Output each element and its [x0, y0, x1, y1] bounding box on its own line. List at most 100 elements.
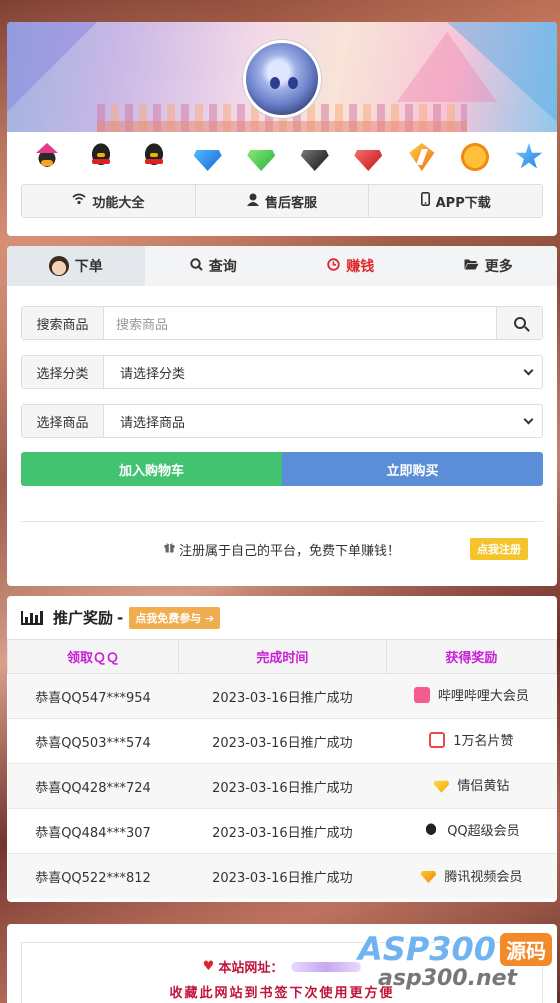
buy-now-button[interactable]: 立即购买 — [282, 452, 543, 486]
tab-order[interactable]: 下单 — [7, 246, 145, 286]
tab-order-label: 下单 — [74, 259, 103, 275]
service-icons-row — [7, 134, 557, 180]
red-diamond-icon[interactable] — [354, 150, 383, 171]
product-select[interactable]: 请选择商品 — [104, 405, 542, 437]
music-icon[interactable] — [461, 143, 490, 171]
header-banner — [7, 22, 557, 132]
bilibili-icon — [413, 686, 430, 703]
cell-qq: 恭喜QQ522***812 — [7, 853, 179, 899]
qq-penguin-red-icon[interactable] — [140, 143, 169, 171]
cell-time: 2023-03-16日推广成功 — [178, 718, 387, 764]
order-card: 下单 查询 赚钱 更多 搜索商品 搜索商品 选择分类 请选择分类 选择商品 请选… — [7, 246, 557, 586]
tab-features[interactable]: 功能大全 — [22, 185, 196, 217]
table-row: 恭喜QQ503***574 2023-03-16日推广成功 1万名片赞 — [7, 718, 557, 764]
header-tabs: 功能大全 售后客服 APP下载 — [21, 184, 543, 218]
category-select[interactable]: 请选择分类 — [104, 356, 542, 388]
add-to-cart-button[interactable]: 加入购物车 — [21, 452, 282, 486]
green-diamond-icon[interactable] — [247, 150, 276, 171]
tab-features-label: 功能大全 — [92, 195, 145, 211]
avatar[interactable] — [243, 40, 321, 118]
tab-earn[interactable]: 赚钱 — [282, 246, 420, 286]
tab-query[interactable]: 查询 — [145, 246, 283, 286]
watermark-badge: 源码 — [500, 932, 553, 966]
join-free-button[interactable]: 点我免费参与 ➔ — [129, 606, 221, 629]
user-avatar-icon — [48, 256, 69, 276]
table-row: 恭喜QQ428***724 2023-03-16日推广成功 情侣黄钻 — [7, 763, 557, 809]
folder-icon — [464, 258, 479, 274]
star-icon[interactable] — [515, 143, 543, 169]
cell-reward: 腾讯视频会员 — [386, 853, 557, 899]
tab-support-label: 售后客服 — [265, 195, 318, 211]
category-label: 选择分类 — [22, 356, 104, 388]
reward-label: 哔哩哔哩大会员 — [437, 689, 529, 705]
cell-qq: 恭喜QQ503***574 — [7, 718, 179, 764]
search-label: 搜索商品 — [22, 307, 104, 339]
tab-app-download[interactable]: APP下载 — [369, 185, 543, 217]
column-header-qq: 领取ＱＱ — [7, 639, 179, 674]
cell-reward: 哔哩哔哩大会员 — [386, 673, 557, 719]
like-icon — [429, 731, 446, 748]
mobile-icon — [420, 192, 430, 210]
chevron-down-icon — [523, 365, 534, 375]
cell-time: 2023-03-16日推广成功 — [178, 853, 387, 899]
watermark-brand: ASP300 — [358, 930, 497, 968]
cell-qq: 恭喜QQ484***307 — [7, 808, 179, 854]
reward-label: QQ超级会员 — [447, 824, 520, 840]
bar-chart-icon — [21, 610, 43, 625]
cell-time: 2023-03-16日推广成功 — [178, 763, 387, 809]
reward-label: 腾讯视频会员 — [444, 869, 523, 885]
promo-header: 推广奖励 - 点我免费参与 ➔ — [7, 596, 557, 639]
tab-query-label: 查询 — [208, 259, 237, 275]
watermark: ASP300 源码 asp300.net — [358, 930, 554, 998]
site-url-line: ♥ 本站网址： — [203, 957, 362, 976]
search-row: 搜索商品 搜索商品 — [21, 306, 543, 340]
product-label: 选择商品 — [22, 405, 104, 437]
promo-separator: - — [117, 608, 124, 627]
cell-reward: QQ超级会员 — [386, 808, 557, 854]
search-icon — [190, 257, 203, 275]
qq-icon — [423, 821, 440, 838]
promo-card: 推广奖励 - 点我免费参与 ➔ 领取ＱＱ 完成时间 获得奖励 恭喜QQ547**… — [7, 596, 557, 902]
tab-more[interactable]: 更多 — [420, 246, 558, 286]
cell-reward: 1万名片赞 — [386, 718, 557, 764]
black-diamond-icon[interactable] — [300, 150, 329, 171]
search-button[interactable] — [496, 307, 542, 339]
tab-earn-label: 赚钱 — [346, 259, 375, 275]
clock-icon — [327, 257, 340, 275]
chevron-down-icon — [523, 414, 534, 424]
register-bar: 注册属于自己的平台，免费下单赚钱！ 点我注册 — [7, 522, 557, 576]
table-row: 恭喜QQ484***307 2023-03-16日推广成功 QQ超级会员 — [7, 808, 557, 854]
product-select-value: 请选择商品 — [120, 415, 186, 431]
qq-vip-icon[interactable] — [33, 143, 61, 171]
table-row: 恭喜QQ547***954 2023-03-16日推广成功 哔哩哔哩大会员 — [7, 673, 557, 719]
column-header-time: 完成时间 — [177, 639, 387, 674]
qq-penguin-icon[interactable] — [86, 143, 115, 171]
search-input[interactable]: 搜索商品 — [104, 307, 496, 339]
category-row: 选择分类 请选择分类 — [21, 355, 543, 389]
order-tabs: 下单 查询 赚钱 更多 — [7, 246, 557, 286]
cell-time: 2023-03-16日推广成功 — [178, 808, 387, 854]
order-form: 搜索商品 搜索商品 选择分类 请选择分类 选择商品 请选择商品 加入购物车 立即… — [7, 286, 557, 486]
table-row: 恭喜QQ522***812 2023-03-16日推广成功 腾讯视频会员 — [7, 853, 557, 899]
reward-label: 1万名片赞 — [453, 734, 514, 750]
reward-label: 情侣黄钻 — [457, 779, 510, 795]
promo-table: 领取ＱＱ 完成时间 获得奖励 恭喜QQ547***954 2023-03-16日… — [7, 639, 557, 899]
register-button[interactable]: 点我注册 — [470, 538, 528, 560]
header-card: 功能大全 售后客服 APP下载 — [7, 22, 557, 236]
tencent-video-icon — [420, 871, 437, 883]
blue-diamond-icon[interactable] — [193, 150, 222, 171]
gift-icon — [164, 542, 175, 556]
site-url-value[interactable] — [291, 961, 362, 972]
lightning-icon[interactable] — [409, 143, 435, 171]
tab-support[interactable]: 售后客服 — [195, 185, 370, 217]
column-header-reward: 获得奖励 — [385, 639, 557, 674]
watermark-url: asp300.net — [378, 966, 518, 991]
cell-qq: 恭喜QQ547***954 — [7, 673, 179, 719]
tab-app-download-label: APP下载 — [435, 195, 491, 211]
wifi-icon — [72, 193, 86, 209]
promo-title: 推广奖励 — [53, 609, 114, 627]
register-text: 注册属于自己的平台，免费下单赚钱！ — [178, 543, 400, 559]
cell-time: 2023-03-16日推广成功 — [178, 673, 387, 719]
search-button-icon — [513, 317, 526, 329]
cell-reward: 情侣黄钻 — [386, 763, 557, 809]
